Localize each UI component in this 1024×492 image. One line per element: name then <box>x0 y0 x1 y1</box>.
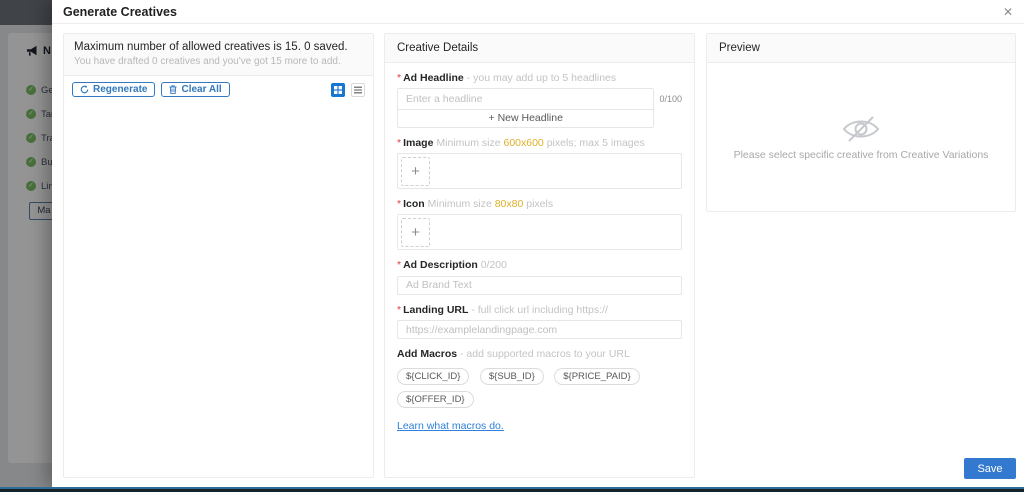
eye-invisible-icon <box>840 114 882 144</box>
creative-details-header: Creative Details <box>385 34 694 63</box>
creatives-drafted-text: You have drafted 0 creatives and you've … <box>74 56 341 67</box>
refresh-icon <box>80 85 89 94</box>
preview-panel: Preview Please select specific creative … <box>706 33 1016 212</box>
creatives-panel-header: Maximum number of allowed creatives is 1… <box>64 34 373 76</box>
icon-min-size: 80x80 <box>494 198 524 210</box>
new-headline-button[interactable]: + New Headline <box>398 110 653 127</box>
preview-empty-state: Please select specific creative from Cre… <box>707 63 1015 211</box>
icon-label: * Icon Minimum size 80x80 pixels <box>397 198 554 210</box>
save-button[interactable]: Save <box>964 458 1016 479</box>
macro-chip-price-paid[interactable]: ${PRICE_PAID} <box>554 368 640 385</box>
generate-creatives-modal: Generate Creatives ✕ Maximum number of a… <box>52 0 1024 487</box>
regenerate-button[interactable]: Regenerate <box>72 82 156 97</box>
modal-header: Generate Creatives ✕ <box>52 0 1024 24</box>
macro-chip-click-id[interactable]: ${CLICK_ID} <box>397 368 470 385</box>
modal-title: Generate Creatives <box>63 4 177 19</box>
headline-input[interactable] <box>398 89 654 110</box>
description-counter: 0/200 <box>480 259 507 271</box>
landing-url-hint: - full click url including https:// <box>471 303 608 316</box>
add-macros-label: Add Macros - add supported macros to you… <box>397 348 630 360</box>
landing-url-label: * Landing URL - full click url including … <box>397 303 608 316</box>
creative-details-body: * Ad Headline - you may add up to 5 headl… <box>385 63 694 443</box>
grid-icon <box>334 85 342 94</box>
image-min-size: 600x600 <box>503 137 544 149</box>
landing-url-input[interactable] <box>397 320 682 339</box>
plus-icon: + <box>488 112 495 124</box>
regenerate-label: Regenerate <box>93 84 148 95</box>
plus-icon: + <box>411 224 420 241</box>
headline-group: + New Headline <box>397 88 655 128</box>
image-upload-button[interactable]: + <box>401 157 430 186</box>
clear-all-button[interactable]: Clear All <box>161 82 230 97</box>
list-icon <box>354 86 362 94</box>
image-upload-area: + <box>397 153 682 189</box>
screen: N ✓ Gen ✓ Tar ✓ Tra ✓ Bud ✓ Lin Ma Gener… <box>0 0 1024 492</box>
required-marker: * <box>397 137 402 149</box>
headline-row: + New Headline 0/100 <box>397 88 682 128</box>
clear-all-label: Clear All <box>181 84 222 95</box>
macros-help-link[interactable]: Learn what macros do. <box>397 420 504 432</box>
creatives-panel: Maximum number of allowed creatives is 1… <box>63 33 374 478</box>
preview-header: Preview <box>707 34 1015 63</box>
list-view-toggle[interactable] <box>351 82 365 97</box>
grid-view-toggle[interactable] <box>331 82 345 97</box>
required-marker: * <box>397 72 402 84</box>
ad-description-input[interactable] <box>397 275 682 295</box>
creative-details-panel: Creative Details * Ad Headline - you may … <box>384 33 695 478</box>
creatives-toolbar: Regenerate Clear All <box>64 76 373 103</box>
required-marker: * <box>397 303 402 316</box>
image-label: * Image Minimum size 600x600 pixels; max … <box>397 137 645 149</box>
macro-chip-offer-id[interactable]: ${OFFER_ID} <box>397 391 474 408</box>
required-marker: * <box>397 198 402 210</box>
macro-chip-sub-id[interactable]: ${SUB_ID} <box>479 368 544 385</box>
macro-chips: ${CLICK_ID} ${SUB_ID} ${PRICE_PAID} ${OF… <box>397 366 682 412</box>
headline-counter: 0/100 <box>659 94 682 104</box>
trash-icon <box>169 85 177 94</box>
ad-headline-hint: - you may add up to 5 headlines <box>466 72 617 84</box>
icon-upload-area: + <box>397 214 682 250</box>
plus-icon: + <box>411 163 420 180</box>
icon-upload-button[interactable]: + <box>401 218 430 247</box>
creatives-limit-text: Maximum number of allowed creatives is 1… <box>74 41 348 53</box>
ad-description-label: * Ad Description 0/200 <box>397 259 507 271</box>
ad-headline-label: * Ad Headline - you may add up to 5 headl… <box>397 72 617 84</box>
add-macros-hint: - add supported macros to your URL <box>460 348 630 360</box>
close-icon[interactable]: ✕ <box>1003 6 1013 18</box>
required-marker: * <box>397 259 402 271</box>
preview-empty-text: Please select specific creative from Cre… <box>733 148 989 161</box>
